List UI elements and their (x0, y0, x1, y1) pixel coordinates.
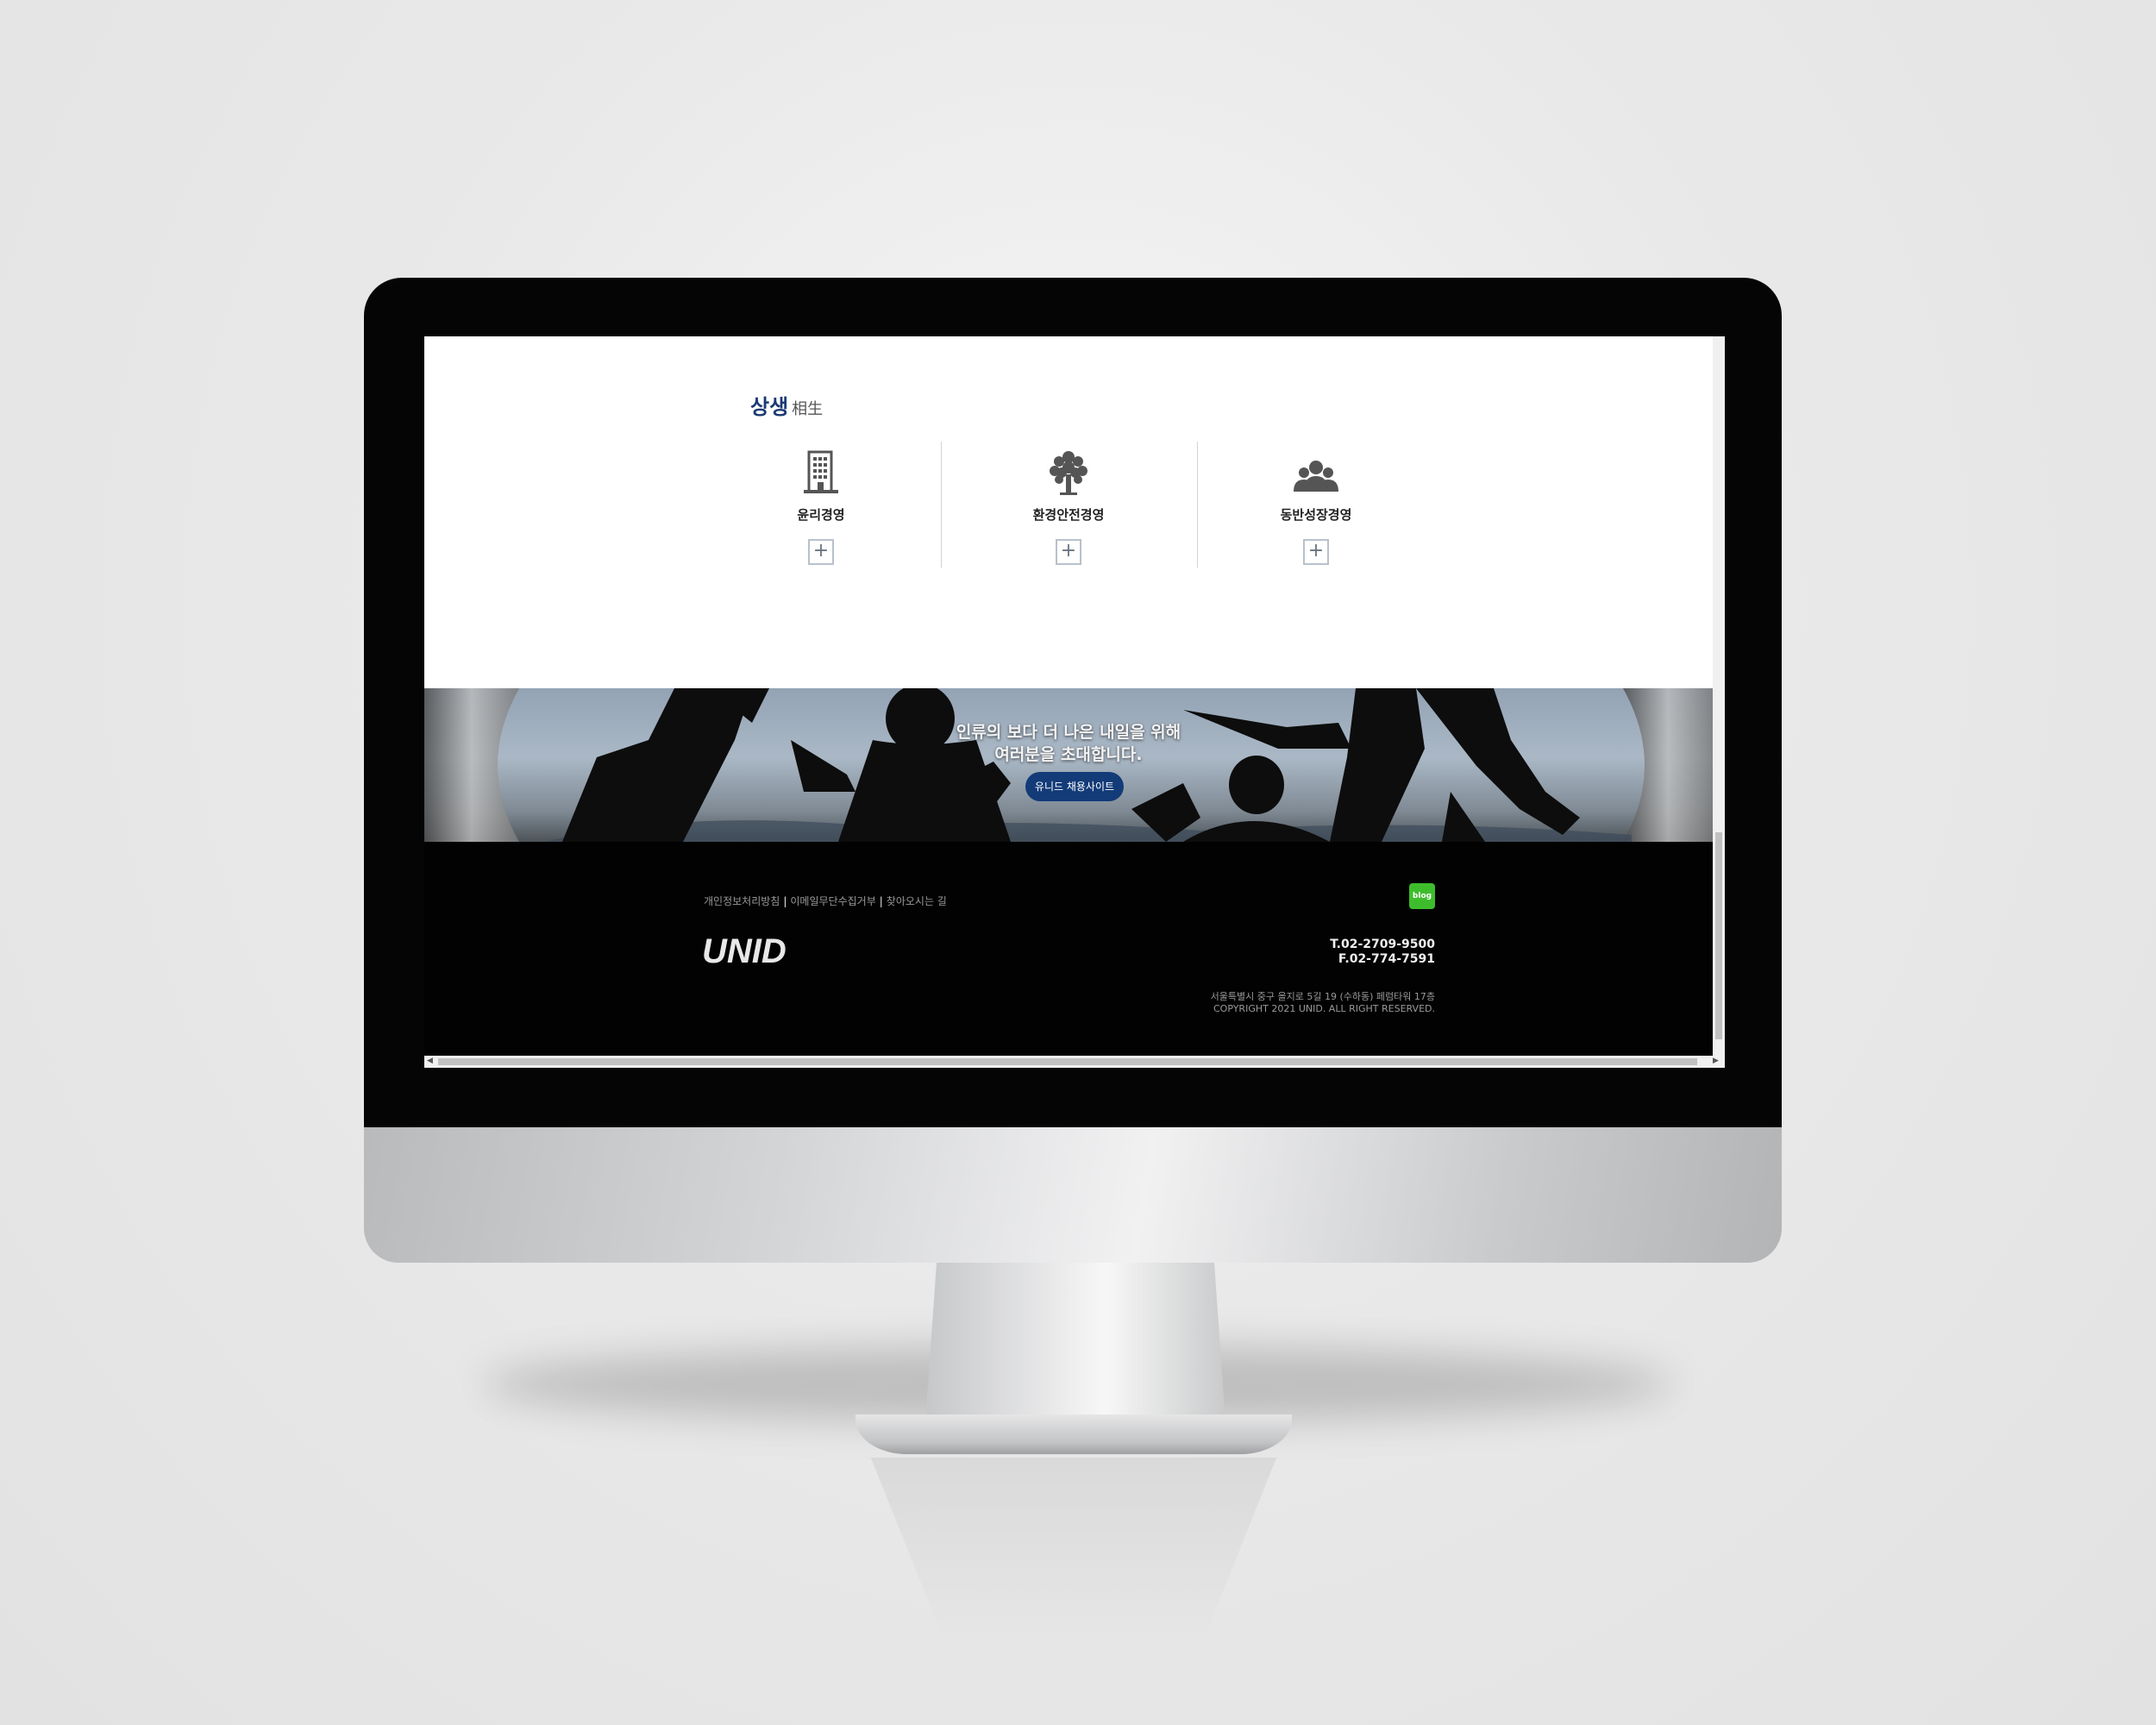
directions-link[interactable]: 찾아오시는 길 (887, 895, 947, 907)
people-group-icon (1292, 448, 1340, 497)
monitor-stand-neck (924, 1263, 1226, 1435)
logo-text: UNID (702, 932, 787, 969)
blog-icon[interactable]: blog (1409, 883, 1435, 909)
feature-label-environment: 환경안전경영 (1032, 507, 1105, 523)
privacy-policy-link[interactable]: 개인정보처리방침 (704, 895, 780, 907)
copyright: COPYRIGHT 2021 UNID. ALL RIGHT RESERVED. (1213, 1003, 1435, 1014)
feature-growth: 동반성장경영 + (1264, 448, 1368, 565)
horizontal-scrollbar[interactable]: ◀ ▶ (424, 1056, 1725, 1068)
growth-more-button[interactable]: + (1303, 539, 1329, 565)
scroll-left-icon[interactable]: ◀ (427, 1057, 433, 1065)
banner-message: 인류의 보다 더 나은 내일을 위해 여러분을 초대합니다. (424, 721, 1713, 766)
banner-line-1: 인류의 보다 더 나은 내일을 위해 (956, 723, 1181, 742)
address: 서울특별시 중구 을지로 5길 19 (수하동) 페럼타워 17층 (1210, 991, 1435, 1002)
browser-viewport: 상생 相生 윤리경영 + 환경안전경영 + 동반성장경영 + 인류의 보다 더 … (424, 336, 1725, 1068)
feature-divider (1197, 442, 1198, 568)
scroll-right-icon[interactable]: ▶ (1713, 1057, 1719, 1065)
telephone: T.02-2709-9500 (1330, 938, 1435, 951)
section-title: 상생 相生 (750, 390, 823, 420)
banner-line-2: 여러분을 초대합니다. (994, 745, 1143, 764)
environment-more-button[interactable]: + (1056, 539, 1081, 565)
horizontal-scroll-thumb[interactable] (438, 1058, 1697, 1065)
feature-environment: 환경안전경영 + (1017, 448, 1120, 565)
recruit-site-button[interactable]: 유니드 채용사이트 (1025, 772, 1124, 801)
vertical-scrollbar[interactable] (1713, 336, 1725, 1056)
ethics-more-button[interactable]: + (808, 539, 834, 565)
feature-divider (941, 442, 942, 568)
tree-icon (1044, 448, 1093, 497)
feature-ethics: 윤리경영 + (769, 448, 873, 565)
feature-label-growth: 동반성장경영 (1280, 507, 1352, 523)
feature-label-ethics: 윤리경영 (797, 507, 845, 523)
link-separator: | (783, 895, 787, 907)
link-separator: | (879, 895, 883, 907)
building-icon (797, 448, 845, 497)
fax: F.02-774-7591 (1338, 952, 1435, 966)
section-title-korean: 상생 (750, 395, 789, 419)
monitor-chin (364, 1127, 1782, 1263)
monitor-stand-base (856, 1414, 1292, 1454)
unid-logo: UNID (702, 932, 814, 973)
recruit-banner: 인류의 보다 더 나은 내일을 위해 여러분을 초대합니다. 유니드 채용사이트 (424, 688, 1713, 842)
section-title-hanja: 相生 (792, 400, 824, 418)
email-refusal-link[interactable]: 이메일무단수집거부 (790, 895, 875, 907)
footer-links: 개인정보처리방침 | 이메일무단수집거부 | 찾아오시는 길 (704, 894, 947, 908)
footer: 개인정보처리방침 | 이메일무단수집거부 | 찾아오시는 길 blog UNID T.0… (424, 842, 1713, 1056)
address-block: 서울특별시 중구 을지로 5길 19 (수하동) 페럼타워 17층 COPYRI… (1211, 991, 1435, 1015)
vertical-scroll-thumb[interactable] (1715, 832, 1722, 1039)
contact-info: T.02-2709-9500 F.02-774-7591 (1330, 938, 1435, 967)
stand-reflection (870, 1458, 1277, 1647)
